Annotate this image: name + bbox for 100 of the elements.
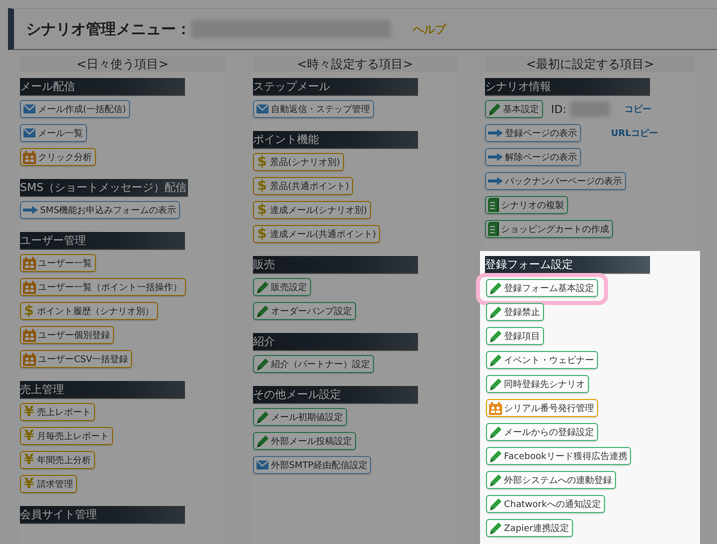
menu-button[interactable]: 登録項目 — [486, 327, 544, 346]
contact-card-icon — [489, 402, 502, 415]
menu-button[interactable]: イベント・ウェビナー — [486, 351, 598, 370]
pencil-icon — [256, 280, 269, 294]
arrow-right-icon — [488, 177, 503, 185]
section-title: ポイント機能 — [253, 131, 418, 149]
menu-button[interactable]: オーダーバンプ設定 — [253, 302, 356, 320]
section-title: 売上管理 — [20, 381, 185, 399]
envelope-icon — [256, 460, 269, 470]
arrow-right-icon — [488, 153, 503, 161]
menu-button[interactable]: メール作成(一括配信) — [20, 100, 130, 118]
section-title: 登録フォーム設定 — [485, 256, 650, 274]
column-heading: <日々使う項目> — [20, 56, 225, 72]
page-title: シナリオ管理メニュー： — [26, 20, 191, 38]
menu-button[interactable]: 外部システムへの連動登録 — [486, 471, 616, 490]
menu-button[interactable]: ¥ 売上レポート — [20, 403, 95, 421]
pencil-icon — [256, 304, 269, 318]
section-title: ユーザー管理 — [20, 232, 185, 250]
menu-button[interactable]: 登録ページの表示 — [485, 124, 581, 142]
contact-card-icon — [23, 280, 36, 294]
envelope-icon — [256, 104, 269, 114]
pencil-icon — [256, 434, 269, 448]
menu-button[interactable]: ショッピングカートの作成 — [485, 220, 613, 238]
menu-button[interactable]: バックナンバーページの表示 — [485, 172, 626, 190]
pencil-icon — [489, 282, 502, 295]
section-title: 販売 — [253, 256, 418, 274]
menu-button[interactable]: Facebookリード獲得広告連携 — [486, 447, 632, 466]
menu-button[interactable]: ユーザー個別登録 — [20, 326, 114, 344]
envelope-icon — [23, 128, 36, 138]
menu-button[interactable]: メールからの登録設定 — [486, 423, 598, 442]
menu-button[interactable]: 登録フォーム基本設定 — [486, 279, 598, 298]
id-label: ID: — [551, 102, 566, 116]
currency-icon: $ — [256, 155, 268, 169]
menu-button[interactable]: 販売設定 — [253, 278, 311, 296]
menu-button[interactable]: 外部SMTP経由配信設定 — [253, 456, 372, 474]
document-icon — [488, 222, 499, 236]
contact-card-icon — [23, 150, 36, 164]
menu-button[interactable]: 解除ページの表示 — [485, 148, 581, 166]
menu-button[interactable]: ユーザーCSV一括登録 — [20, 350, 132, 368]
pencil-icon — [489, 498, 502, 511]
column-heading: <最初に設定する項目> — [485, 56, 695, 72]
section-title: SMS（ショートメッセージ）配信 — [20, 179, 188, 197]
menu-button[interactable]: Zapier連携設定 — [486, 519, 574, 538]
menu-button[interactable]: シナリオの複製 — [485, 196, 568, 214]
pencil-icon — [488, 102, 501, 116]
menu-button[interactable]: $ 景品(シナリオ別) — [253, 153, 344, 171]
menu-button[interactable]: 同時登録先シナリオ — [486, 375, 589, 394]
redacted-block — [570, 101, 610, 117]
contact-card-icon — [23, 256, 36, 270]
pencil-icon — [256, 410, 269, 424]
currency-icon: $ — [256, 227, 268, 241]
menu-button[interactable]: $ 達成メール(共通ポイント) — [253, 225, 380, 243]
menu-button[interactable]: 基本設定 — [485, 100, 543, 118]
menu-button[interactable]: ユーザー一覧（ポイント一括操作） — [20, 278, 186, 296]
currency-icon: ¥ — [23, 477, 35, 491]
menu-button[interactable]: $ 景品(共通ポイント) — [253, 177, 354, 195]
currency-icon: ¥ — [23, 405, 35, 419]
menu-button[interactable]: $ ポイント履歴（シナリオ別） — [20, 302, 158, 320]
section-title: 会員サイト管理 — [20, 506, 185, 524]
menu-button[interactable]: クリック分析 — [20, 148, 96, 166]
menu-button[interactable]: $ 達成メール(シナリオ別) — [253, 201, 372, 219]
section-title: ステップメール — [253, 78, 418, 96]
copy-link[interactable]: コピー — [624, 102, 652, 116]
arrow-right-icon — [488, 129, 503, 137]
menu-button[interactable]: 自動返信・ステップ管理 — [253, 100, 374, 118]
section-title: その他メール設定 — [253, 386, 418, 404]
section-title: シナリオ情報 — [485, 78, 650, 96]
menu-button[interactable]: メール一覧 — [20, 124, 87, 142]
pencil-icon — [489, 450, 502, 463]
currency-icon: $ — [23, 304, 35, 318]
menu-button[interactable]: Chatworkへの通知設定 — [486, 495, 605, 514]
menu-button[interactable]: ユーザー一覧 — [20, 254, 96, 272]
menu-button[interactable]: メール初期値設定 — [253, 408, 347, 426]
column-heading: <時々設定する項目> — [253, 56, 457, 72]
contact-card-icon — [23, 352, 36, 366]
pencil-icon — [489, 330, 502, 343]
section-title: 紹介 — [253, 333, 418, 351]
copy-link[interactable]: URLコピー — [611, 126, 658, 140]
pencil-icon — [489, 378, 502, 391]
menu-button[interactable]: シリアル番号発行管理 — [486, 399, 598, 418]
menu-button[interactable]: ¥ 月毎売上レポート — [20, 427, 113, 445]
section-title: メール配信 — [20, 78, 185, 96]
pencil-icon — [489, 354, 502, 367]
pencil-icon — [489, 306, 502, 319]
menu-button[interactable]: 紹介（パートナー）設定 — [253, 355, 374, 373]
contact-card-icon — [23, 328, 36, 342]
pencil-icon — [489, 426, 502, 439]
menu-button[interactable]: 登録禁止 — [486, 303, 544, 322]
currency-icon: ¥ — [23, 453, 35, 467]
menu-button[interactable]: 外部メール投稿設定 — [253, 432, 356, 450]
menu-button[interactable]: SMS機能お申込みフォームの表示 — [20, 201, 180, 219]
currency-icon: $ — [256, 179, 268, 193]
arrow-right-icon — [23, 206, 38, 214]
menu-button[interactable]: ¥ 年間売上分析 — [20, 451, 95, 469]
envelope-icon — [23, 104, 36, 114]
pencil-icon — [489, 474, 502, 487]
pencil-icon — [256, 358, 269, 370]
document-icon — [488, 198, 499, 212]
menu-button[interactable]: ¥ 請求管理 — [20, 475, 77, 493]
currency-icon: ¥ — [23, 429, 35, 443]
